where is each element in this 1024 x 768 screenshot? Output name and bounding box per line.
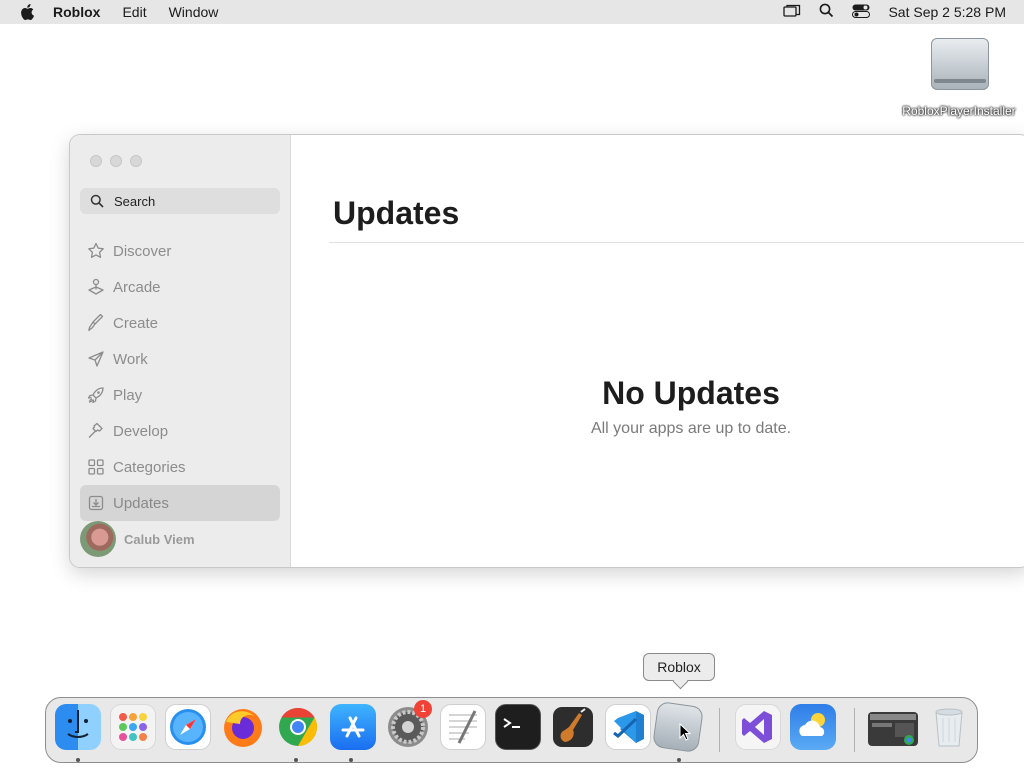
empty-state-title: No Updates [602, 375, 780, 411]
close-button[interactable] [90, 155, 102, 167]
sidebar-item-label: Arcade [113, 278, 161, 296]
sidebar-item-categories[interactable]: Categories [80, 449, 280, 485]
sidebar-item-label: Play [113, 386, 143, 404]
window-controls [90, 155, 142, 167]
sidebar-item-work[interactable]: Work [80, 341, 280, 377]
sidebar-item-label: Work [113, 350, 148, 368]
account-button[interactable]: Calub Viem [80, 521, 195, 557]
recent-window-thumbnail-icon[interactable] [868, 712, 918, 746]
terminal-icon[interactable] [495, 704, 541, 750]
menubar-clock[interactable]: Sat Sep 2 5:28 PM [888, 4, 1006, 20]
running-indicator [294, 758, 298, 762]
roblox-icon[interactable] [652, 701, 704, 753]
dock-separator [719, 708, 720, 752]
screen-mirroring-icon[interactable] [783, 4, 801, 21]
app-store-window: Discover Arcade Create Work [70, 135, 1024, 567]
launchpad-icon[interactable] [110, 704, 156, 750]
search-field[interactable] [80, 188, 280, 214]
apple-menu-icon[interactable] [20, 4, 34, 20]
sidebar-item-label: Develop [113, 422, 169, 440]
title-divider [329, 242, 1024, 243]
empty-state-subtitle: All your apps are up to date. [590, 420, 792, 437]
running-indicator [349, 758, 353, 762]
app-store-icon[interactable] [330, 704, 376, 750]
finder-icon[interactable] [55, 704, 101, 750]
vscode-icon[interactable] [605, 704, 651, 750]
sidebar-item-develop[interactable]: Develop [80, 413, 280, 449]
rocket-icon [87, 386, 105, 404]
dock-separator [854, 708, 855, 752]
sidebar-item-create[interactable]: Create [80, 305, 280, 341]
spotlight-search-icon[interactable] [819, 3, 834, 21]
garageband-icon[interactable] [550, 704, 596, 750]
search-input[interactable] [112, 192, 276, 210]
sidebar-item-label: Create [113, 314, 159, 332]
trash-icon[interactable] [926, 704, 972, 750]
sidebar-item-label: Discover [113, 242, 172, 260]
running-indicator [76, 758, 80, 762]
empty-state: No Updates All your apps are up to date. [551, 375, 831, 438]
grid-icon [87, 458, 105, 476]
star-icon [87, 242, 105, 260]
sidebar-item-discover[interactable]: Discover [80, 233, 280, 269]
avatar [80, 521, 116, 557]
brush-icon [87, 314, 105, 332]
joystick-icon [87, 278, 105, 296]
disk-image-icon [931, 34, 989, 92]
weather-icon[interactable] [790, 704, 836, 750]
menu-app-roblox[interactable]: Roblox [53, 4, 100, 20]
desktop-icon-roblox-installer[interactable]: RobloxPlayerInstaller [900, 34, 1018, 118]
sidebar-item-label: Categories [113, 458, 186, 476]
running-indicator [677, 758, 681, 762]
desktop-icon-label: RobloxPlayerInstaller [902, 104, 1016, 118]
sidebar-item-arcade[interactable]: Arcade [80, 269, 280, 305]
sidebar-item-updates[interactable]: Updates [80, 485, 280, 521]
sidebar-item-label: Updates [113, 494, 169, 512]
sidebar-nav: Discover Arcade Create Work Play Develop… [80, 233, 280, 521]
menu-edit[interactable]: Edit [122, 4, 146, 20]
search-icon [90, 194, 104, 208]
chrome-icon[interactable] [275, 704, 321, 750]
user-name: Calub Viem [124, 531, 195, 547]
visual-studio-icon[interactable] [735, 704, 781, 750]
paper-plane-icon [87, 350, 105, 368]
dock: 1 [45, 697, 978, 763]
mouse-cursor-icon [679, 723, 691, 741]
dock-tooltip: Roblox [643, 653, 715, 681]
menu-bar: Roblox Edit Window Sat Sep 2 5:28 PM [0, 0, 1024, 24]
safari-icon[interactable] [165, 704, 211, 750]
download-tray-icon [87, 494, 105, 512]
page-title: Updates [333, 195, 460, 231]
sidebar-item-play[interactable]: Play [80, 377, 280, 413]
textedit-icon[interactable] [440, 704, 486, 750]
notification-badge: 1 [414, 700, 432, 718]
hammer-icon [87, 422, 105, 440]
main-content: Updates No Updates All your apps are up … [291, 135, 1024, 567]
control-center-icon[interactable] [852, 4, 871, 21]
menu-window[interactable]: Window [169, 4, 219, 20]
firefox-icon[interactable] [220, 704, 266, 750]
minimize-button[interactable] [110, 155, 122, 167]
sidebar: Discover Arcade Create Work [70, 135, 291, 567]
zoom-button[interactable] [130, 155, 142, 167]
